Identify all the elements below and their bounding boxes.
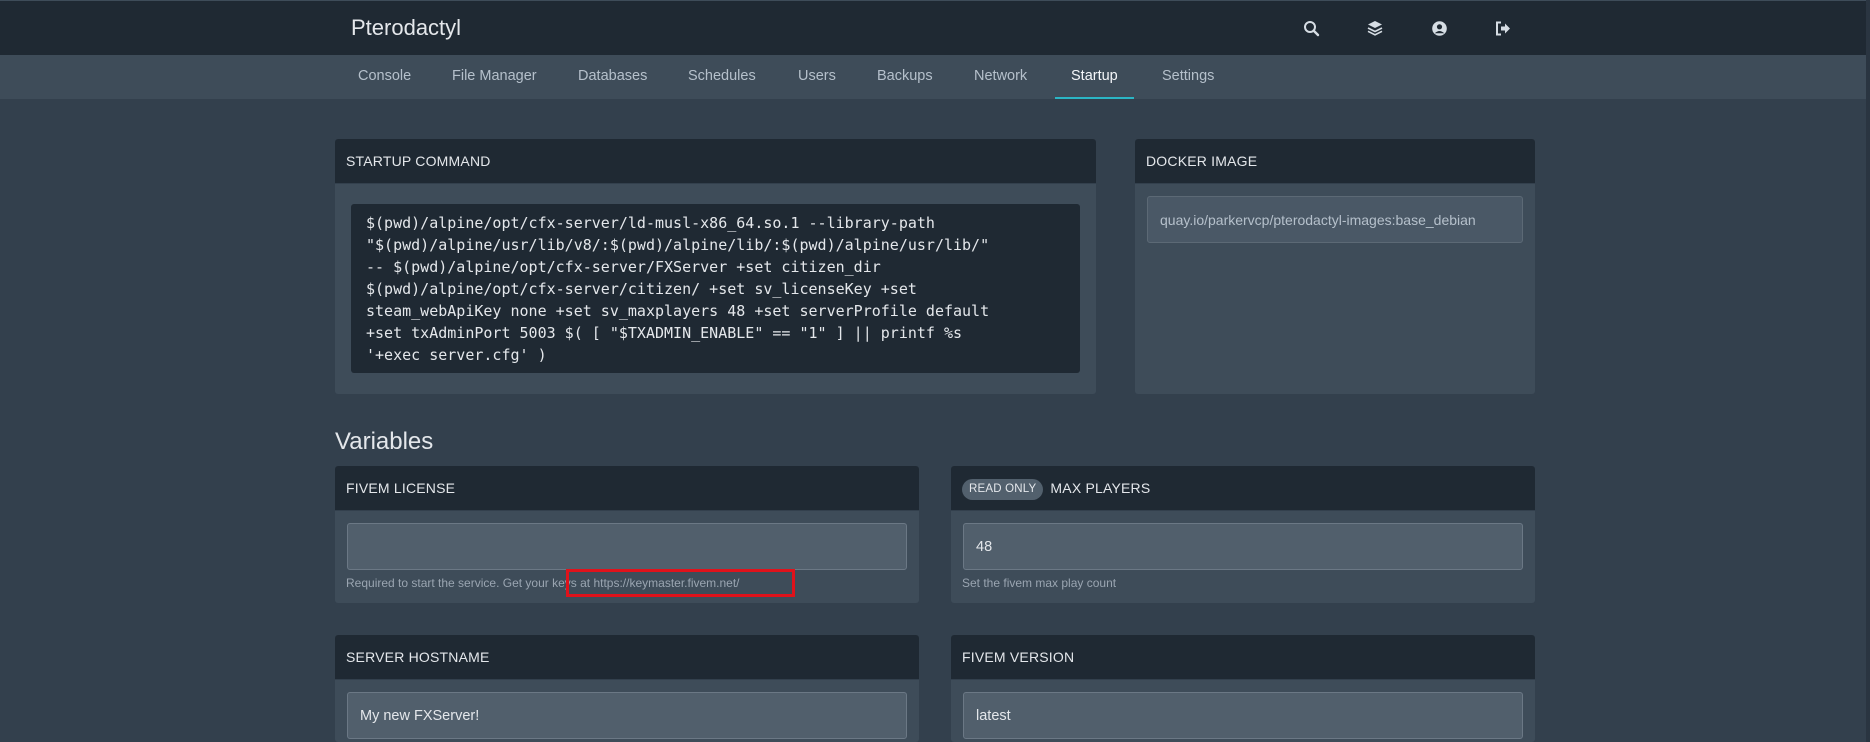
- top-navbar: Pterodactyl: [0, 0, 1870, 55]
- tab-databases[interactable]: Databases: [562, 55, 663, 99]
- help-text: Required to start the service. Get your: [346, 576, 549, 590]
- search-icon[interactable]: [1298, 15, 1324, 41]
- command-line: $(pwd)/alpine/opt/cfx-server/ld-musl-x86…: [366, 214, 935, 232]
- startup-command-panel: STARTUP COMMAND $(pwd)/alpine/opt/cfx-se…: [335, 139, 1096, 394]
- fivem-version-panel: FIVEM VERSION latest: [951, 635, 1535, 742]
- max-players-header: READ ONLY MAX PLAYERS: [951, 466, 1535, 511]
- server-hostname-title: SERVER HOSTNAME: [335, 635, 919, 680]
- fivem-license-input[interactable]: [347, 523, 907, 570]
- command-line: $(pwd)/alpine/opt/cfx-server/citizen/ +s…: [366, 280, 917, 298]
- command-line: "$(pwd)/alpine/usr/lib/v8/:$(pwd)/alpine…: [366, 236, 990, 254]
- startup-command-box: $(pwd)/alpine/opt/cfx-server/ld-musl-x86…: [351, 204, 1080, 373]
- tab-schedules[interactable]: Schedules: [672, 55, 772, 99]
- logout-icon[interactable]: [1490, 15, 1516, 41]
- max-players-help: Set the fivem max play count: [962, 576, 1117, 590]
- startup-command-title: STARTUP COMMAND: [335, 139, 1096, 184]
- tab-users[interactable]: Users: [782, 55, 852, 99]
- docker-image-panel: DOCKER IMAGE quay.io/parkervcp/pterodact…: [1135, 139, 1535, 394]
- tab-startup[interactable]: Startup: [1055, 55, 1134, 99]
- read-only-badge: READ ONLY: [962, 478, 1044, 500]
- layers-icon[interactable]: [1362, 15, 1388, 41]
- variables-heading: Variables: [335, 428, 434, 455]
- tab-file-manager[interactable]: File Manager: [436, 55, 553, 99]
- max-players-panel: READ ONLY MAX PLAYERS 48 Set the fivem ma…: [951, 466, 1535, 603]
- tab-settings[interactable]: Settings: [1146, 55, 1230, 99]
- command-line: -- $(pwd)/alpine/opt/cfx-server/FXServer…: [366, 258, 881, 276]
- page-scrollbar[interactable]: [1866, 0, 1870, 742]
- account-icon[interactable]: [1426, 15, 1452, 41]
- server-hostname-panel: SERVER HOSTNAME My new FXServer!: [335, 635, 919, 742]
- tab-console[interactable]: Console: [342, 55, 427, 99]
- fivem-version-input[interactable]: latest: [963, 692, 1523, 739]
- max-players-title: MAX PLAYERS: [1050, 480, 1151, 496]
- annotation-highlight-box: [566, 569, 795, 597]
- server-subnav: Console File Manager Databases Schedules…: [0, 55, 1870, 99]
- docker-image-title: DOCKER IMAGE: [1135, 139, 1535, 184]
- fivem-license-title: FIVEM LICENSE: [335, 466, 919, 511]
- command-line: steam_webApiKey none +set sv_maxplayers …: [366, 302, 990, 320]
- tab-backups[interactable]: Backups: [861, 55, 949, 99]
- server-hostname-input[interactable]: My new FXServer!: [347, 692, 907, 739]
- command-line: +set txAdminPort 5003 $( [ "$TXADMIN_ENA…: [366, 324, 963, 342]
- docker-image-field[interactable]: quay.io/parkervcp/pterodactyl-images:bas…: [1147, 196, 1523, 243]
- max-players-input[interactable]: 48: [963, 523, 1523, 570]
- command-line: '+exec server.cfg' ): [366, 346, 547, 364]
- tab-network[interactable]: Network: [958, 55, 1043, 99]
- brand-logo[interactable]: Pterodactyl: [351, 15, 461, 41]
- fivem-version-title: FIVEM VERSION: [951, 635, 1535, 680]
